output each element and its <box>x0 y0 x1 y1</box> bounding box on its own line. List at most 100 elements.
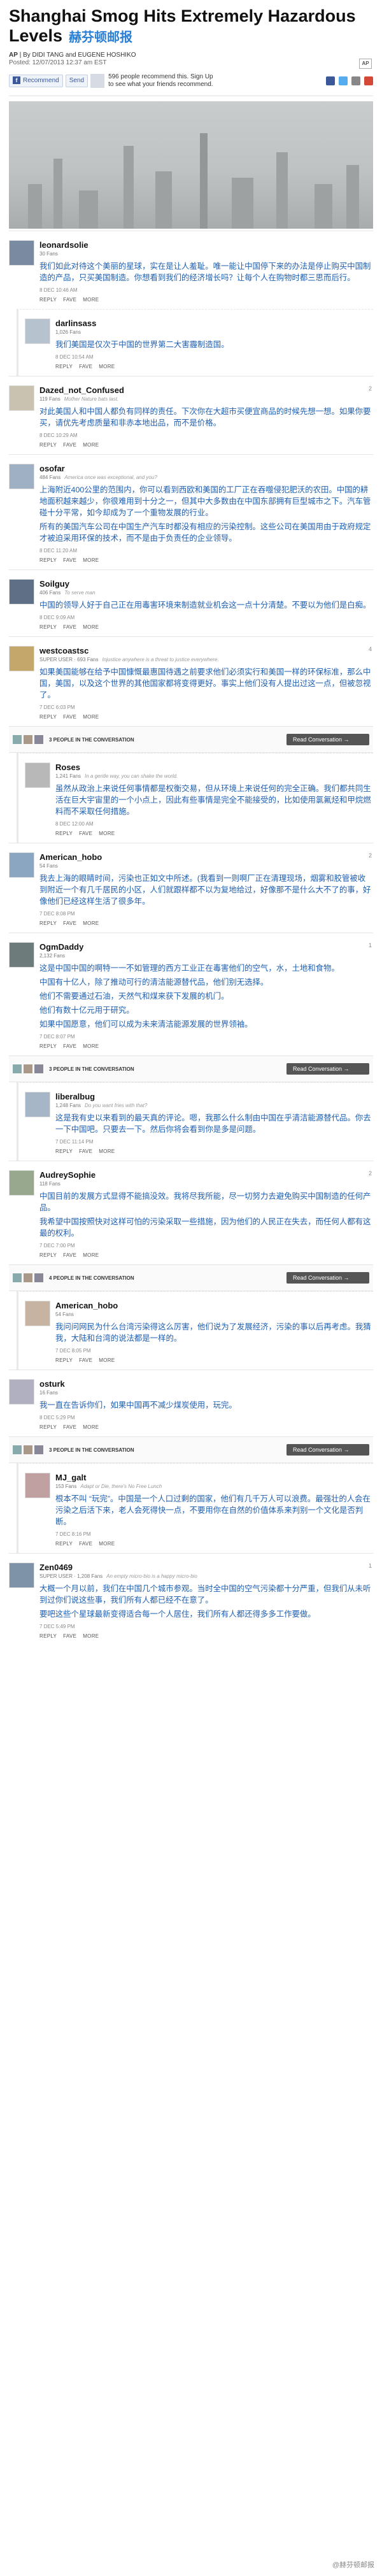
byline: AP | By DIDI TANG and EUGENE HOSHIKO <box>9 52 373 59</box>
fave-action[interactable]: FAVE <box>63 297 76 303</box>
more-action[interactable]: MORE <box>83 1252 99 1258</box>
participant-avatar[interactable] <box>34 1064 43 1073</box>
reply-action[interactable]: REPLY <box>39 1252 57 1258</box>
username[interactable]: AudreySophie <box>39 1170 373 1180</box>
more-action[interactable]: MORE <box>99 1541 115 1547</box>
username[interactable]: westcoastsc <box>39 646 373 655</box>
more-action[interactable]: MORE <box>83 714 99 720</box>
username[interactable]: Zen0469 <box>39 1563 373 1572</box>
byline-authors[interactable]: | By DIDI TANG and EUGENE HOSHIKO <box>20 52 136 59</box>
avatar[interactable] <box>25 762 50 788</box>
more-action[interactable]: MORE <box>99 1148 115 1154</box>
reply-action[interactable]: REPLY <box>55 364 73 369</box>
avatar[interactable] <box>9 464 34 489</box>
fave-action[interactable]: FAVE <box>63 1252 76 1258</box>
avatar[interactable] <box>25 318 50 344</box>
fave-action[interactable]: FAVE <box>63 557 76 563</box>
username[interactable]: American_hobo <box>55 1301 373 1310</box>
reply-action[interactable]: REPLY <box>39 714 57 720</box>
username[interactable]: leonardsolie <box>39 240 373 250</box>
username[interactable]: Roses <box>55 762 373 772</box>
avatar[interactable] <box>9 646 34 671</box>
username[interactable]: OgmDaddy <box>39 942 373 952</box>
fave-action[interactable]: FAVE <box>79 364 92 369</box>
read-conversation-button[interactable]: Read Conversation → <box>286 734 369 745</box>
more-action[interactable]: MORE <box>99 364 115 369</box>
reply-action[interactable]: REPLY <box>39 624 57 630</box>
fave-action[interactable]: FAVE <box>79 831 92 836</box>
avatar[interactable] <box>9 385 34 411</box>
more-action[interactable]: MORE <box>83 297 99 303</box>
fave-action[interactable]: FAVE <box>63 624 76 630</box>
participant-avatar[interactable] <box>13 1273 22 1282</box>
username[interactable]: Soilguy <box>39 579 373 589</box>
reply-action[interactable]: REPLY <box>39 1633 57 1639</box>
username[interactable]: American_hobo <box>39 852 373 862</box>
more-action[interactable]: MORE <box>83 1633 99 1639</box>
avatar[interactable] <box>9 852 34 878</box>
fave-action[interactable]: FAVE <box>63 714 76 720</box>
fave-action[interactable]: FAVE <box>79 1357 92 1363</box>
reply-action[interactable]: REPLY <box>55 1148 73 1154</box>
more-share-icon[interactable] <box>364 76 373 85</box>
username[interactable]: osturk <box>39 1379 373 1389</box>
reply-action[interactable]: REPLY <box>39 297 57 303</box>
reply-action[interactable]: REPLY <box>55 1541 73 1547</box>
more-action[interactable]: MORE <box>83 1043 99 1049</box>
read-conversation-button[interactable]: Read Conversation → <box>286 1444 369 1456</box>
more-action[interactable]: MORE <box>83 624 99 630</box>
reply-action[interactable]: REPLY <box>39 557 57 563</box>
twitter-share-icon[interactable] <box>339 76 348 85</box>
participant-avatar[interactable] <box>24 735 32 744</box>
fave-action[interactable]: FAVE <box>63 920 76 926</box>
avatar[interactable] <box>9 942 34 968</box>
participant-avatar[interactable] <box>13 1064 22 1073</box>
facebook-share-icon[interactable] <box>326 76 335 85</box>
participant-avatar[interactable] <box>24 1064 32 1073</box>
email-share-icon[interactable] <box>351 76 360 85</box>
read-conversation-button[interactable]: Read Conversation → <box>286 1063 369 1075</box>
username[interactable]: darlinsass <box>55 318 373 328</box>
fave-action[interactable]: FAVE <box>63 1633 76 1639</box>
participant-avatar[interactable] <box>34 1273 43 1282</box>
more-action[interactable]: MORE <box>83 442 99 448</box>
fave-action[interactable]: FAVE <box>79 1148 92 1154</box>
fave-action[interactable]: FAVE <box>63 442 76 448</box>
participant-avatar[interactable] <box>13 1445 22 1454</box>
more-action[interactable]: MORE <box>99 831 115 836</box>
more-action[interactable]: MORE <box>99 1357 115 1363</box>
reply-action[interactable]: REPLY <box>39 920 57 926</box>
reply-action[interactable]: REPLY <box>39 1043 57 1049</box>
username[interactable]: osofar <box>39 464 373 473</box>
avatar[interactable] <box>9 240 34 266</box>
avatar[interactable] <box>25 1092 50 1117</box>
recommend-button[interactable]: f Recommend <box>9 75 63 87</box>
avatar[interactable] <box>25 1301 50 1326</box>
username[interactable]: liberalbug <box>55 1092 373 1101</box>
participant-avatar[interactable] <box>24 1273 32 1282</box>
fave-action[interactable]: FAVE <box>79 1541 92 1547</box>
participant-avatar[interactable] <box>24 1445 32 1454</box>
fave-action[interactable]: FAVE <box>63 1424 76 1430</box>
more-action[interactable]: MORE <box>83 1424 99 1430</box>
participant-avatar[interactable] <box>13 735 22 744</box>
more-action[interactable]: MORE <box>83 920 99 926</box>
username[interactable]: Dazed_not_Confused <box>39 385 373 395</box>
avatar[interactable] <box>9 1379 34 1405</box>
read-conversation-button[interactable]: Read Conversation → <box>286 1272 369 1284</box>
recommend-text[interactable]: 596 people recommend this. Sign Up to se… <box>108 73 216 89</box>
avatar[interactable] <box>9 1170 34 1196</box>
participant-avatar[interactable] <box>34 735 43 744</box>
reply-action[interactable]: REPLY <box>55 1357 73 1363</box>
reply-action[interactable]: REPLY <box>55 831 73 836</box>
participant-avatar[interactable] <box>34 1445 43 1454</box>
reply-action[interactable]: REPLY <box>39 442 57 448</box>
avatar[interactable] <box>25 1473 50 1498</box>
send-button[interactable]: Send <box>65 75 88 87</box>
fave-action[interactable]: FAVE <box>63 1043 76 1049</box>
avatar[interactable] <box>9 579 34 605</box>
reply-action[interactable]: REPLY <box>39 1424 57 1430</box>
more-action[interactable]: MORE <box>83 557 99 563</box>
avatar[interactable] <box>9 1563 34 1588</box>
username[interactable]: MJ_galt <box>55 1473 373 1482</box>
